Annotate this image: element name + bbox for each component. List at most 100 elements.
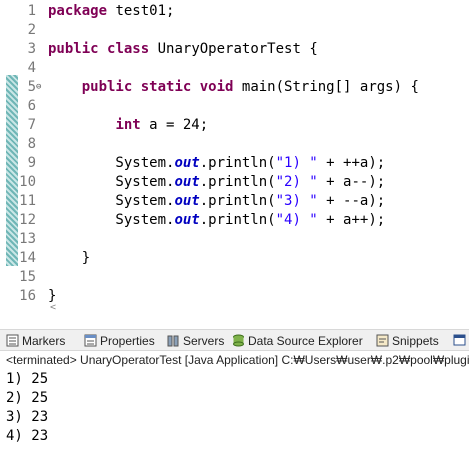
- code-token: main(String[] args) {: [233, 79, 419, 95]
- line-number: 13: [19, 231, 36, 247]
- tab-snippets[interactable]: Snippets: [376, 330, 439, 352]
- properties-icon: [84, 332, 97, 347]
- code-text: System.out.println("2) " + a--);: [48, 173, 385, 192]
- code-text: package test01;: [48, 2, 174, 21]
- code-text: }: [48, 249, 90, 268]
- line-number: 12: [19, 212, 36, 228]
- line-number: 8: [27, 136, 36, 152]
- code-token: .println(: [199, 155, 276, 171]
- code-line[interactable]: 7 int a = 24;: [0, 116, 469, 135]
- code-token: }: [48, 250, 91, 266]
- code-token: System.: [48, 212, 175, 228]
- code-token: System.: [48, 174, 175, 190]
- string-literal: "4) ": [275, 212, 318, 228]
- line-number: 14: [19, 250, 36, 266]
- code-line[interactable]: 12 System.out.println("4) " + a++);: [0, 211, 469, 230]
- code-line[interactable]: 5 ⊖ public static void main(String[] args…: [0, 78, 469, 97]
- keyword: public: [48, 41, 99, 57]
- code-token: UnaryOperatorTest {: [149, 41, 318, 57]
- line-number: 10: [19, 174, 36, 190]
- line-number: 16: [19, 288, 36, 304]
- line-number: 6: [27, 98, 36, 114]
- tab-data-source-explorer[interactable]: Data Source Explorer: [232, 330, 363, 352]
- code-line[interactable]: 11 System.out.println("3) " + --a);: [0, 192, 469, 211]
- tab-label: Markers: [22, 334, 66, 348]
- console-line: 2) 25: [6, 390, 49, 406]
- line-number: 5: [27, 79, 36, 95]
- field-ref: out: [174, 174, 200, 190]
- line-number: 4: [27, 60, 36, 76]
- keyword: class: [107, 41, 150, 57]
- code-line[interactable]: 13: [0, 230, 469, 249]
- code-text: System.out.println("3) " + --a);: [48, 192, 385, 211]
- tab-label: Servers: [183, 334, 225, 348]
- console-line: 3) 23: [6, 409, 49, 425]
- tab-label: Properties: [100, 334, 155, 348]
- code-line[interactable]: 4: [0, 59, 469, 78]
- tab-servers[interactable]: Servers: [167, 330, 224, 352]
- console-status: <terminated> UnaryOperatorTest [Java App…: [0, 351, 469, 369]
- code-text: public class UnaryOperatorTest {: [48, 40, 318, 59]
- keyword: static: [140, 79, 192, 95]
- views-tab-bar: Markers Properties Servers Data Source E…: [0, 329, 469, 351]
- horizontal-scrollbar[interactable]: <: [44, 302, 469, 315]
- code-line[interactable]: 15: [0, 268, 469, 287]
- code-token: .println(: [199, 174, 276, 190]
- tab-console[interactable]: [453, 330, 469, 352]
- tab-markers[interactable]: Markers: [6, 330, 65, 352]
- string-literal: "2) ": [275, 174, 318, 190]
- string-literal: "1) ": [275, 155, 318, 171]
- data-source-icon: [232, 332, 245, 347]
- line-number: 3: [27, 41, 36, 57]
- field-ref: out: [174, 193, 200, 209]
- code-token: System.: [48, 155, 175, 171]
- code-token: .println(: [199, 212, 276, 228]
- code-token: + --a);: [317, 193, 386, 209]
- code-line[interactable]: 2: [0, 21, 469, 40]
- code-line[interactable]: 14 }: [0, 249, 469, 268]
- console-line: 4) 23: [6, 428, 49, 444]
- code-token: .println(: [199, 193, 276, 209]
- code-line[interactable]: 9 System.out.println("1) " + ++a);: [0, 154, 469, 173]
- keyword: package: [48, 3, 108, 19]
- code-text: public static void main(String[] args) {: [48, 78, 419, 97]
- code-line[interactable]: 1 package test01;: [0, 2, 469, 21]
- console-icon: [453, 332, 466, 346]
- field-ref: out: [174, 212, 200, 228]
- markers-icon: [6, 332, 19, 347]
- code-text: System.out.println("4) " + a++);: [48, 211, 385, 230]
- code-line[interactable]: 6: [0, 97, 469, 116]
- keyword: public: [81, 79, 133, 95]
- code-token: System.: [48, 193, 175, 209]
- line-number: 15: [19, 269, 36, 285]
- field-ref: out: [174, 155, 200, 171]
- line-number: 2: [27, 22, 36, 38]
- scroll-left-icon[interactable]: <: [50, 302, 56, 313]
- code-editor[interactable]: 1 package test01; 2 3 public class UnaryOper…: [0, 0, 469, 313]
- line-number: 1: [27, 3, 36, 19]
- code-token: + a--);: [317, 174, 386, 190]
- code-token: + a++);: [317, 212, 386, 228]
- console-line: 1) 25: [6, 371, 49, 387]
- keyword: int: [115, 117, 141, 133]
- console-output[interactable]: 1) 25 2) 25 3) 23 4) 23: [0, 369, 469, 467]
- code-text: int a = 24;: [48, 116, 208, 135]
- code-line[interactable]: 10 System.out.println("2) " + a--);: [0, 173, 469, 192]
- code-token: a = 24;: [140, 117, 209, 133]
- tab-properties[interactable]: Properties: [84, 330, 155, 352]
- fold-toggle-icon[interactable]: ⊖: [36, 78, 41, 97]
- keyword: void: [199, 79, 234, 95]
- code-line[interactable]: 3 public class UnaryOperatorTest {: [0, 40, 469, 59]
- code-line[interactable]: 16}: [0, 287, 469, 306]
- code-line[interactable]: 8: [0, 135, 469, 154]
- servers-icon: [167, 332, 180, 347]
- string-literal: "3) ": [275, 193, 318, 209]
- tab-label: Data Source Explorer: [248, 334, 363, 348]
- line-number: 11: [19, 193, 36, 209]
- code-text: System.out.println("1) " + ++a);: [48, 154, 385, 173]
